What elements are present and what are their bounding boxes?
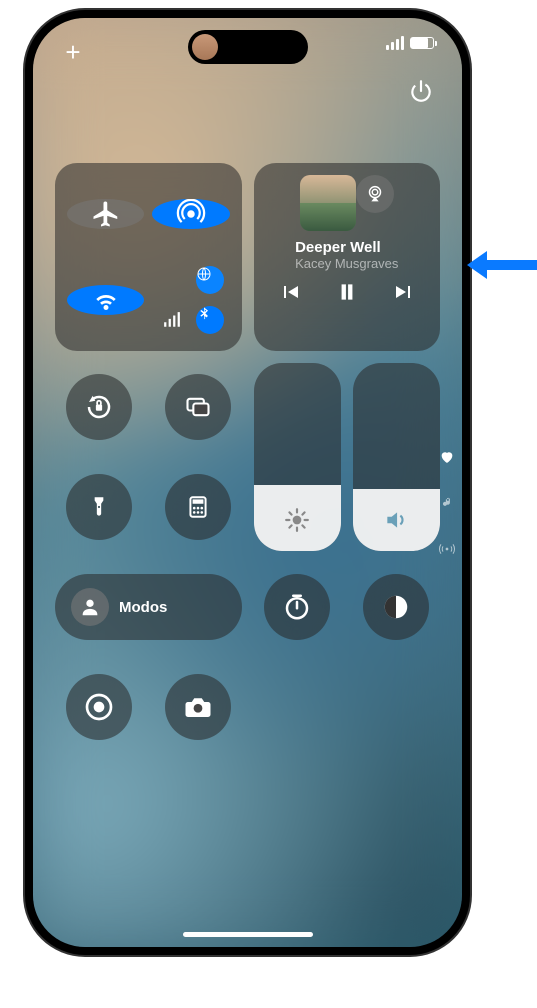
screen-mirroring-icon: [184, 393, 212, 421]
status-bar: [386, 36, 434, 50]
screen-record-button[interactable]: [66, 674, 132, 740]
next-track-button[interactable]: [392, 280, 416, 304]
personal-hotspot-button[interactable]: [196, 266, 224, 294]
previous-icon: [278, 280, 302, 304]
bluetooth-button[interactable]: [196, 306, 224, 334]
home-indicator[interactable]: [183, 932, 313, 937]
previous-track-button[interactable]: [278, 280, 302, 304]
airplay-button[interactable]: [356, 175, 394, 213]
album-artwork: [300, 175, 356, 231]
volume-slider[interactable]: [353, 363, 440, 551]
antenna-icon: [439, 541, 455, 557]
calculator-button[interactable]: [165, 474, 231, 540]
connectivity-page-dot[interactable]: [438, 540, 456, 558]
volume-icon: [383, 507, 409, 533]
airplay-icon: [364, 183, 386, 205]
camera-button[interactable]: [165, 674, 231, 740]
power-button[interactable]: [408, 78, 434, 104]
orientation-lock-button[interactable]: [66, 374, 132, 440]
power-icon: [408, 78, 434, 104]
dynamic-island[interactable]: [188, 30, 308, 64]
track-title: Deeper Well: [295, 239, 398, 256]
wifi-icon: [91, 285, 121, 315]
person-icon: [79, 596, 101, 618]
record-icon: [83, 691, 115, 723]
dark-mode-icon: [381, 592, 411, 622]
wifi-button[interactable]: [67, 285, 144, 315]
brightness-slider[interactable]: [254, 363, 341, 551]
brightness-icon: [284, 507, 310, 533]
heart-icon: [439, 449, 455, 465]
music-note-icon: [440, 496, 454, 510]
next-icon: [392, 280, 416, 304]
focus-icon-wrapper: [71, 588, 109, 626]
flashlight-icon: [86, 494, 112, 520]
airdrop-button[interactable]: [152, 199, 229, 229]
airplane-icon: [91, 199, 121, 229]
globe-icon: [196, 266, 212, 282]
cellular-signal-mini-icon: [158, 306, 186, 334]
arrow-left-icon: [467, 245, 537, 285]
add-control-button[interactable]: +: [61, 40, 85, 64]
callout-arrow: [467, 245, 537, 285]
timer-icon: [282, 592, 312, 622]
screen-mirroring-button[interactable]: [165, 374, 231, 440]
bluetooth-icon: [196, 306, 212, 322]
play-pause-button[interactable]: [334, 279, 360, 305]
airplane-mode-button[interactable]: [67, 199, 144, 229]
dark-mode-button[interactable]: [363, 574, 429, 640]
island-avatar: [192, 34, 218, 60]
airdrop-icon: [176, 199, 206, 229]
plus-icon: +: [65, 37, 80, 67]
camera-icon: [183, 692, 213, 722]
music-page-dot[interactable]: [438, 494, 456, 512]
focus-mode-button[interactable]: Modos: [55, 574, 242, 640]
calculator-icon: [185, 494, 211, 520]
now-playing-tile[interactable]: Deeper Well Kacey Musgraves: [254, 163, 441, 351]
page-indicator[interactable]: [438, 448, 456, 558]
orientation-lock-icon: [84, 392, 114, 422]
favorites-page-dot[interactable]: [438, 448, 456, 466]
flashlight-button[interactable]: [66, 474, 132, 540]
timer-button[interactable]: [264, 574, 330, 640]
connectivity-tile[interactable]: [55, 163, 242, 351]
pause-icon: [334, 279, 360, 305]
focus-label: Modos: [119, 599, 167, 616]
cellular-signal-icon: [386, 36, 404, 50]
track-artist: Kacey Musgraves: [295, 256, 398, 271]
battery-icon: [410, 37, 434, 49]
